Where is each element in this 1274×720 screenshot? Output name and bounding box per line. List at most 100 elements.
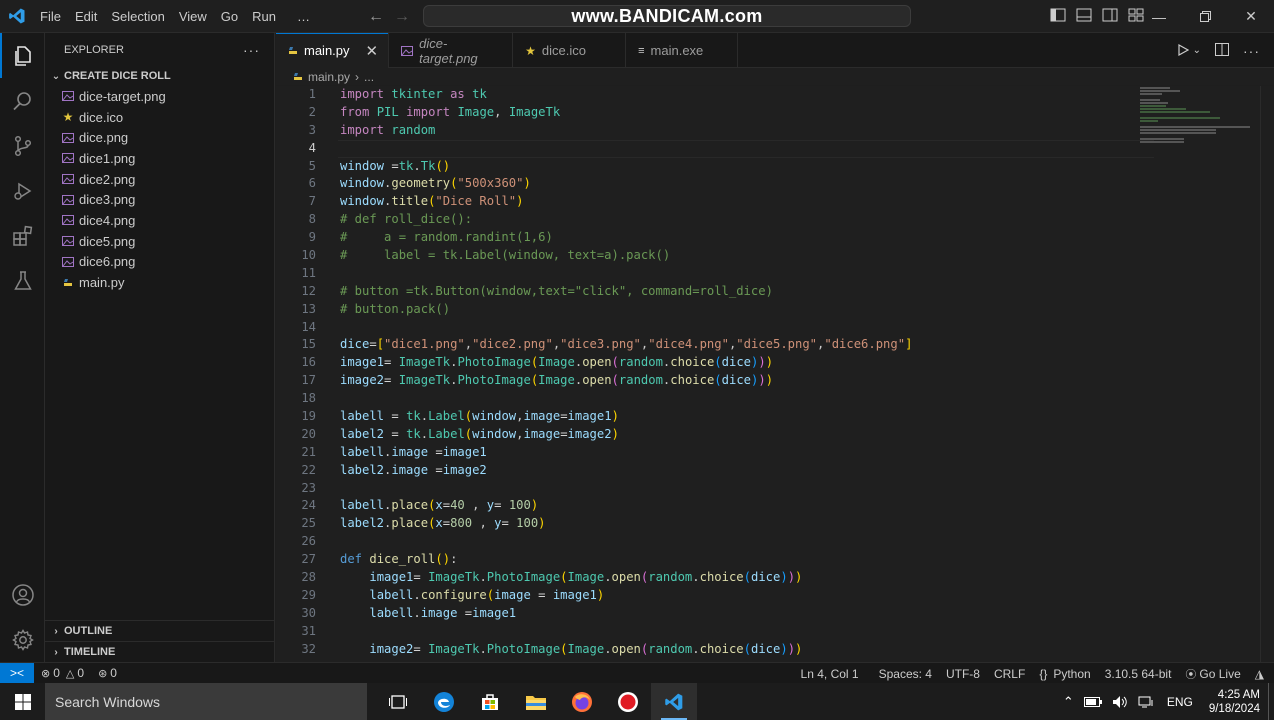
image-file-icon: [61, 193, 75, 207]
title-bar: File Edit Selection View Go Run … ← → ww…: [0, 0, 1274, 33]
image-file-icon: [61, 255, 75, 269]
network-icon[interactable]: [1133, 695, 1159, 709]
file-name: dice5.png: [79, 233, 136, 249]
menu-run[interactable]: Run: [245, 0, 283, 33]
timeline-section[interactable]: › TIMELINE: [45, 641, 274, 662]
tab-dice-ico[interactable]: ★ dice.ico: [513, 33, 627, 68]
menu-go[interactable]: Go: [214, 0, 245, 33]
menu-file[interactable]: File: [33, 0, 68, 33]
file-item[interactable]: dice4.png: [45, 210, 274, 231]
file-item[interactable]: dice3.png: [45, 189, 274, 210]
indentation[interactable]: Spaces: 4: [872, 667, 939, 681]
testing-flask-icon[interactable]: [0, 258, 45, 303]
clock-date: 9/18/2024: [1208, 702, 1260, 715]
menu-more[interactable]: …: [283, 0, 317, 33]
file-item[interactable]: dice.png: [45, 127, 274, 148]
more-actions-icon[interactable]: ···: [1243, 43, 1260, 59]
file-name: dice1.png: [79, 150, 136, 166]
task-view-icon[interactable]: [375, 683, 421, 720]
star-file-icon: ★: [62, 110, 74, 125]
taskbar-search-input[interactable]: Search Windows: [45, 683, 367, 720]
menu-view[interactable]: View: [172, 0, 214, 33]
encoding[interactable]: UTF-8: [939, 667, 987, 681]
problems-indicator[interactable]: ⊗ 0 △ 0: [34, 666, 91, 680]
remote-indicator[interactable]: ><: [0, 662, 34, 684]
source-control-icon[interactable]: [0, 123, 45, 168]
file-item[interactable]: dice6.png: [45, 252, 274, 273]
ports-indicator[interactable]: ⊛ 0: [91, 666, 124, 680]
extensions-icon[interactable]: [0, 213, 45, 258]
explorer-more-button[interactable]: ···: [243, 42, 260, 58]
file-item[interactable]: dice-target.png: [45, 86, 274, 107]
code-editor[interactable]: 1 import tkinter as tk 2 from PIL import I…: [276, 86, 1274, 662]
file-item[interactable]: dice1.png: [45, 148, 274, 169]
accounts-icon[interactable]: [0, 572, 45, 617]
file-item[interactable]: dice2.png: [45, 169, 274, 190]
file-explorer-icon[interactable]: [513, 683, 559, 720]
toggle-secondary-sidebar-icon[interactable]: [1102, 8, 1118, 25]
tab-dice-target-png[interactable]: dice-target.png: [389, 33, 514, 68]
edge-browser-icon[interactable]: [421, 683, 467, 720]
volume-speaker-icon[interactable]: [1107, 695, 1133, 709]
file-name: dice.png: [79, 130, 129, 146]
image-file-icon: [61, 131, 75, 145]
settings-gear-icon[interactable]: [0, 617, 45, 662]
toggle-panel-icon[interactable]: [1076, 8, 1092, 25]
outline-section[interactable]: › OUTLINE: [45, 620, 274, 641]
command-center[interactable]: www.BANDICAM.com: [423, 5, 911, 27]
explorer-icon[interactable]: [0, 33, 45, 78]
close-window-button[interactable]: ✕: [1228, 0, 1274, 33]
input-language[interactable]: ENG: [1159, 695, 1201, 709]
folder-name: CREATE DICE ROLL: [64, 70, 171, 82]
vertical-scrollbar[interactable]: [1260, 86, 1274, 662]
run-python-file-icon[interactable]: [1177, 43, 1189, 59]
search-icon[interactable]: [0, 78, 45, 123]
file-list: dice-target.png ★ dice.ico dice.png dice1.pn…: [45, 86, 274, 293]
battery-icon[interactable]: [1079, 696, 1107, 707]
close-tab-icon[interactable]: ✕: [366, 42, 379, 60]
breadcrumb-more[interactable]: ...: [364, 70, 374, 84]
back-arrow-icon[interactable]: ←: [368, 8, 384, 26]
folder-header[interactable]: ⌄ CREATE DICE ROLL: [45, 66, 274, 86]
clock[interactable]: 4:25 AM 9/18/2024: [1201, 688, 1268, 716]
image-file-icon: [61, 89, 75, 103]
windows-start-button[interactable]: [0, 683, 45, 720]
tab-main-exe[interactable]: ≡ main.exe: [626, 33, 739, 68]
run-debug-icon[interactable]: [0, 168, 45, 213]
language-mode[interactable]: {} Python: [1032, 667, 1097, 681]
explorer-sidebar: EXPLORER ··· ⌄ CREATE DICE ROLL dice-tar…: [45, 33, 275, 662]
minimap[interactable]: [1140, 86, 1260, 166]
restore-button[interactable]: [1182, 0, 1228, 33]
go-live-button[interactable]: ⦿ Go Live: [1178, 666, 1247, 682]
editor-tabs: main.py ✕ dice-target.png ★ dice.ico ≡ m…: [276, 33, 1274, 68]
toggle-sidebar-icon[interactable]: [1050, 8, 1066, 25]
tab-main-py[interactable]: main.py ✕: [276, 33, 390, 68]
run-dropdown-chevron-icon[interactable]: ⌄: [1193, 45, 1201, 56]
show-hidden-icons-chevron-up-icon[interactable]: ⌃: [1058, 694, 1079, 710]
menu-selection[interactable]: Selection: [104, 0, 171, 33]
menu-edit[interactable]: Edit: [68, 0, 104, 33]
minimize-button[interactable]: —: [1136, 0, 1182, 33]
python-file-icon: [61, 276, 75, 290]
cursor-position[interactable]: Ln 4, Col 1: [794, 667, 866, 681]
microsoft-store-icon[interactable]: [467, 683, 513, 720]
file-name: dice3.png: [79, 192, 136, 208]
show-desktop-button[interactable]: [1268, 683, 1274, 720]
split-editor-icon[interactable]: [1215, 42, 1229, 59]
broadcast-icon: ⦿: [1185, 668, 1197, 681]
vscode-taskbar-icon[interactable]: [651, 683, 697, 720]
breadcrumb-file[interactable]: main.py: [308, 70, 350, 84]
python-interpreter[interactable]: 3.10.5 64-bit: [1098, 667, 1179, 681]
end-of-line[interactable]: CRLF: [987, 667, 1032, 681]
notifications-bell-icon[interactable]: ◮: [1248, 667, 1274, 681]
breadcrumb: main.py › ...: [276, 68, 1274, 85]
file-name: dice.ico: [79, 109, 124, 125]
file-item[interactable]: dice5.png: [45, 231, 274, 252]
chevron-right-icon: ›: [54, 646, 58, 658]
status-bar: >< ⊗ 0 △ 0 ⊛ 0 Ln 4, Col 1 Spaces: 4 UTF…: [0, 662, 1274, 684]
firefox-icon[interactable]: [559, 683, 605, 720]
forward-arrow-icon[interactable]: →: [394, 8, 410, 26]
file-item[interactable]: ★ dice.ico: [45, 107, 274, 128]
bandicam-record-icon[interactable]: [605, 683, 651, 720]
file-item[interactable]: main.py: [45, 272, 274, 293]
